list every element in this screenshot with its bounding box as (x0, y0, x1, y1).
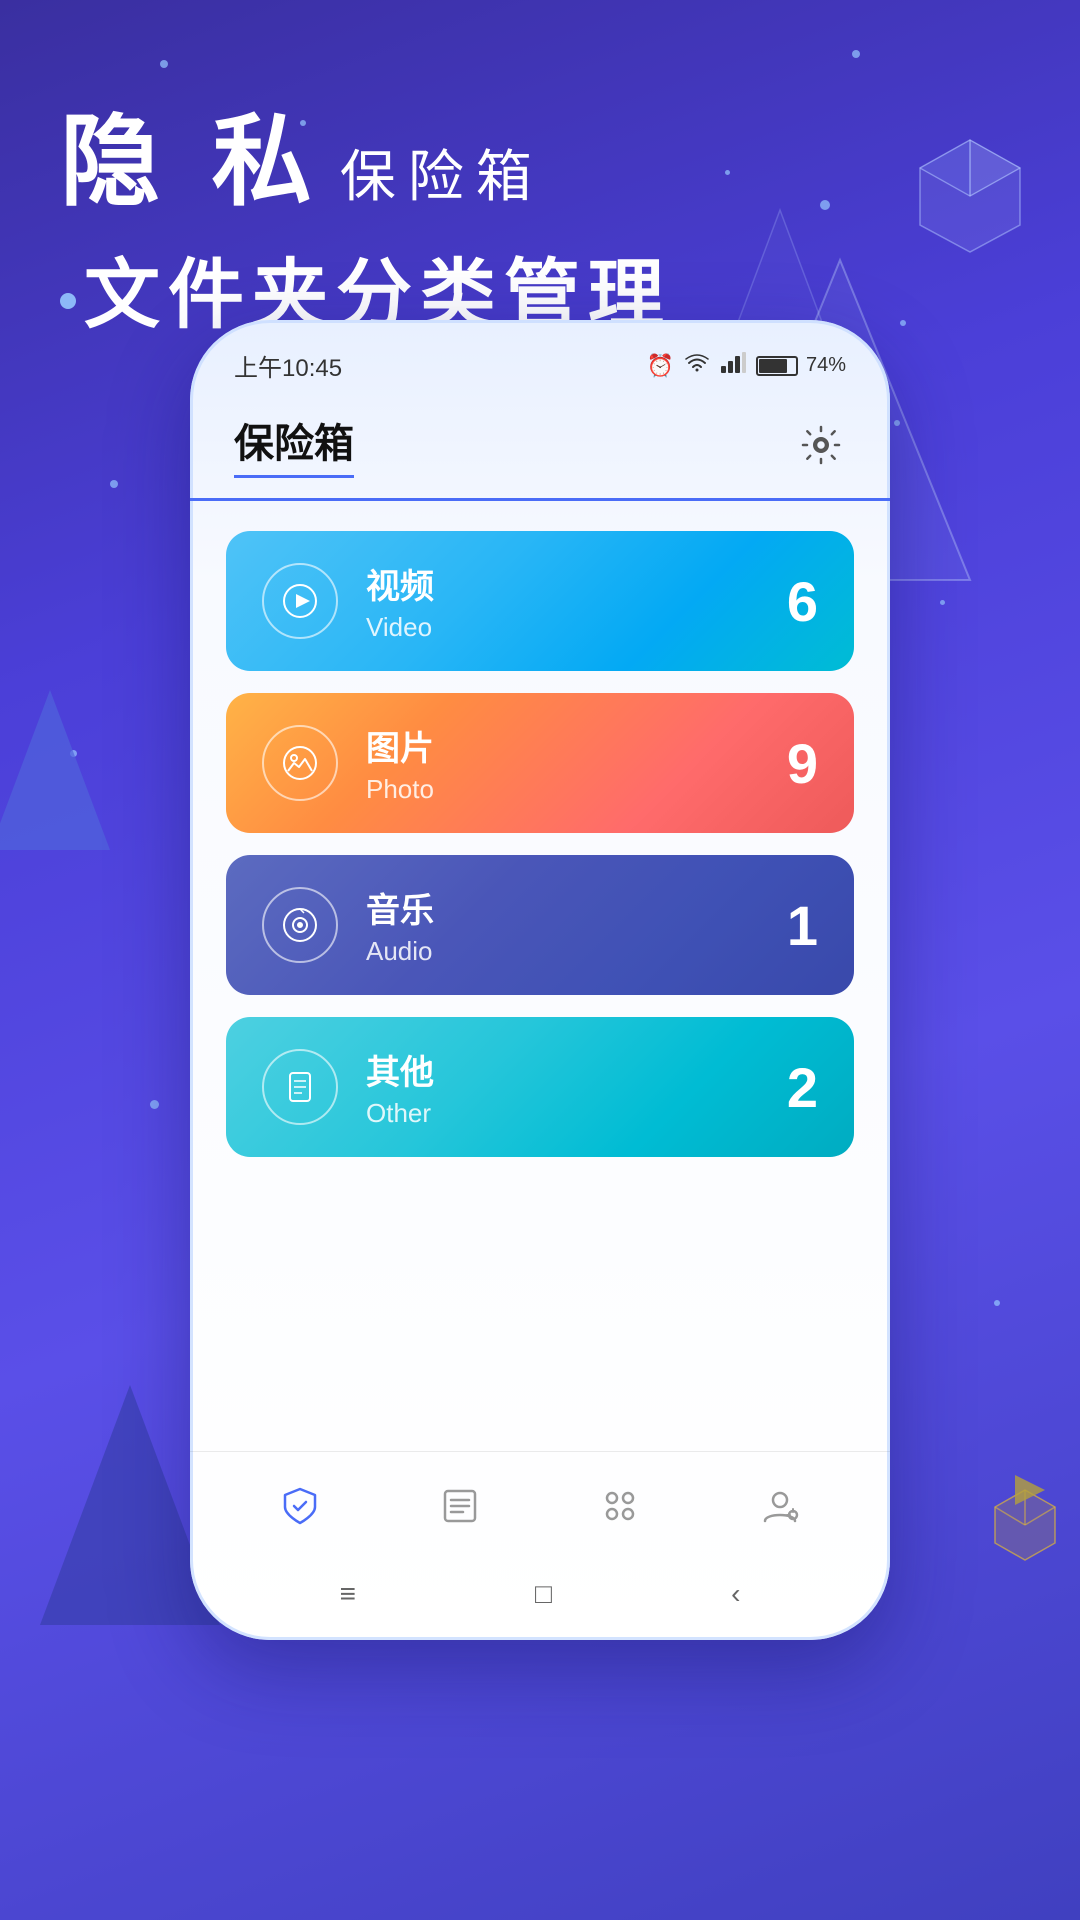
menu-button[interactable]: ≡ (340, 1578, 356, 1610)
list-nav-icon (436, 1482, 484, 1530)
nav-item-list[interactable] (416, 1472, 504, 1540)
video-count: 6 (758, 569, 818, 634)
other-title-zh: 其他 (366, 1045, 730, 1094)
header-section: 隐 私 保险箱 文件夹分类管理 (60, 80, 672, 343)
wifi-icon (684, 352, 710, 380)
category-card-other[interactable]: 其他 Other 2 (226, 1017, 854, 1157)
nav-item-profile[interactable] (736, 1472, 824, 1540)
system-nav-bar: ≡ □ ‹ (190, 1568, 890, 1620)
video-icon-circle (262, 563, 338, 639)
app-titlebar: 保险箱 (190, 395, 890, 501)
video-title-en: Video (366, 612, 730, 643)
audio-title-zh: 音乐 (366, 883, 730, 932)
nav-item-safe[interactable] (256, 1472, 344, 1540)
home-button[interactable]: □ (535, 1578, 552, 1610)
photo-title-zh: 图片 (366, 721, 730, 770)
nav-item-apps[interactable] (576, 1472, 664, 1540)
battery-icon: 74% (756, 354, 846, 377)
photo-title-en: Photo (366, 774, 730, 805)
audio-count: 1 (758, 893, 818, 958)
other-title-en: Other (366, 1098, 730, 1129)
phone-mockup: 上午10:45 ⏰ (190, 320, 890, 1640)
safe-nav-icon (276, 1482, 324, 1530)
audio-title-en: Audio (366, 936, 730, 967)
other-card-text: 其他 Other (366, 1045, 730, 1129)
header-subtitle: 保险箱 (340, 132, 544, 213)
audio-card-text: 音乐 Audio (366, 883, 730, 967)
categories-container: 视频 Video 6 图片 Photo 9 (190, 501, 890, 1187)
back-button[interactable]: ‹ (731, 1578, 740, 1610)
bottom-nav (190, 1451, 890, 1560)
video-card-text: 视频 Video (366, 559, 730, 643)
profile-nav-icon (756, 1482, 804, 1530)
other-count: 2 (758, 1055, 818, 1120)
photo-icon-circle (262, 725, 338, 801)
header-title-main: 隐 私 (60, 80, 324, 225)
alarm-icon: ⏰ (647, 353, 674, 379)
status-time: 上午10:45 (234, 348, 342, 383)
apps-nav-icon (596, 1482, 644, 1530)
other-icon-circle (262, 1049, 338, 1125)
status-bar: 上午10:45 ⏰ (190, 320, 890, 395)
category-card-photo[interactable]: 图片 Photo 9 (226, 693, 854, 833)
category-card-audio[interactable]: 音乐 Audio 1 (226, 855, 854, 995)
photo-card-text: 图片 Photo (366, 721, 730, 805)
status-icons: ⏰ (647, 352, 846, 380)
photo-count: 9 (758, 731, 818, 796)
settings-button[interactable] (796, 420, 846, 470)
category-card-video[interactable]: 视频 Video 6 (226, 531, 854, 671)
video-title-zh: 视频 (366, 559, 730, 608)
audio-icon-circle (262, 887, 338, 963)
battery-percent: 74% (806, 354, 846, 377)
app-title: 保险箱 (234, 411, 354, 478)
signal-icon (720, 352, 746, 380)
